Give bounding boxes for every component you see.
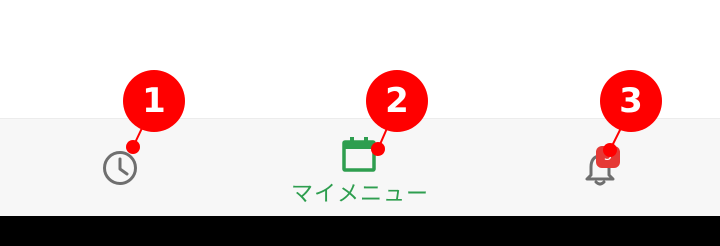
bottom-navigation-bar: マイメニュー 5 [0,118,720,216]
nav-item-my-menu-label: マイメニュー [290,182,429,207]
callout-marker-2: 2 [366,70,428,132]
nav-item-my-menu[interactable]: マイメニュー [280,119,440,217]
clock-icon [103,151,137,185]
callout-marker-1: 1 [123,70,185,132]
callout-3-pointer-dot [603,143,617,157]
callout-1-pointer-dot [126,140,140,154]
callout-marker-3: 3 [600,70,662,132]
nav-item-history[interactable] [60,119,180,217]
callout-2-pointer-dot [371,142,385,156]
screen-bottom-bar [0,216,720,246]
nav-item-notifications[interactable]: 5 [540,119,660,217]
